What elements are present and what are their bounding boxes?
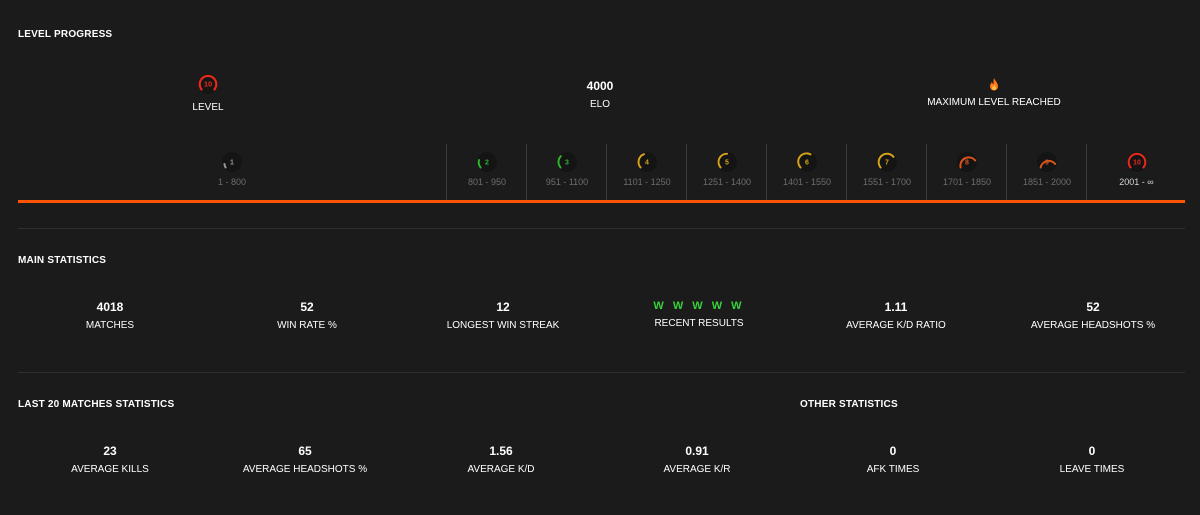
stat-recent-results: W W W W W RECENT RESULTS xyxy=(609,300,789,329)
level-range: 1251 - 1400 xyxy=(702,177,752,187)
stat-last20-kr: 0.91 AVERAGE K/R xyxy=(607,444,787,475)
flame-icon xyxy=(990,78,998,91)
level-range: 1 - 800 xyxy=(217,177,247,187)
stat-label: WIN RATE % xyxy=(277,320,337,331)
elo-value: 4000 xyxy=(586,79,614,93)
recent-results-value: W W W W W xyxy=(653,300,745,312)
stat-last20-headshots: 65 AVERAGE HEADSHOTS % xyxy=(215,444,395,475)
stat-value: 23 xyxy=(103,444,117,458)
level-range: 1401 - 1550 xyxy=(782,177,832,187)
stat-value: 0 xyxy=(1088,444,1096,458)
level-9-badge-icon: 9 xyxy=(1037,152,1057,172)
level-range: 2001 - ∞ xyxy=(1119,177,1154,187)
stat-value: 52 xyxy=(300,300,314,314)
level-cell-4: 4 1101 - 1250 xyxy=(606,144,687,200)
level-progress-bar xyxy=(18,200,1185,203)
stat-value: 52 xyxy=(1086,300,1100,314)
stat-label: AVERAGE HEADSHOTS % xyxy=(1030,320,1156,331)
section-divider xyxy=(18,372,1185,373)
level-cell-2: 2 801 - 950 xyxy=(446,144,527,200)
stat-afk-times: 0 AFK TIMES xyxy=(803,444,983,475)
svg-text:8: 8 xyxy=(965,160,969,167)
level-range: 951 - 1100 xyxy=(545,177,589,187)
stat-value: 12 xyxy=(496,300,510,314)
level-cell-5: 5 1251 - 1400 xyxy=(686,144,767,200)
level-cell-8: 8 1701 - 1850 xyxy=(926,144,1007,200)
elo-label: ELO xyxy=(589,99,610,110)
level-10-badge-icon: 10 xyxy=(198,74,218,94)
section-divider xyxy=(18,228,1185,229)
stat-win-rate: 52 WIN RATE % xyxy=(217,300,397,331)
elo-display: 4000 ELO xyxy=(560,79,640,110)
level-10-badge-icon: 10 xyxy=(1126,152,1147,172)
stat-avg-kd-ratio: 1.11 AVERAGE K/D RATIO xyxy=(806,300,986,331)
stat-leave-times: 0 LEAVE TIMES xyxy=(1002,444,1182,475)
stat-label: AVERAGE K/D xyxy=(467,464,535,475)
svg-text:3: 3 xyxy=(565,160,569,167)
level-cell-1: 1 1 - 800 xyxy=(18,144,446,200)
stat-label: AVERAGE KILLS xyxy=(71,464,149,475)
current-level: 10 LEVEL xyxy=(170,73,246,113)
level-cell-6: 6 1401 - 1550 xyxy=(766,144,847,200)
svg-text:5: 5 xyxy=(725,160,729,167)
level-progress-title: LEVEL PROGRESS xyxy=(18,29,113,40)
stat-label: AVERAGE K/R xyxy=(663,464,731,475)
svg-text:4: 4 xyxy=(645,160,649,167)
level-range: 1701 - 1850 xyxy=(942,177,992,187)
stat-label: MATCHES xyxy=(85,320,135,331)
level-ladder: 1 1 - 800 2 801 - 950 3 951 - 1100 4 110… xyxy=(18,144,1185,202)
stat-label: LONGEST WIN STREAK xyxy=(446,320,560,331)
level-6-badge-icon: 6 xyxy=(797,152,817,172)
stat-value: 0 xyxy=(889,444,897,458)
svg-text:1: 1 xyxy=(230,160,234,167)
level-2-badge-icon: 2 xyxy=(477,152,497,172)
stat-longest-win-streak: 12 LONGEST WIN STREAK xyxy=(413,300,593,331)
level-3-badge-icon: 3 xyxy=(557,152,577,172)
stat-value: 0.91 xyxy=(685,444,709,458)
main-statistics-title: MAIN STATISTICS xyxy=(18,255,107,266)
svg-text:7: 7 xyxy=(885,160,889,167)
svg-text:10: 10 xyxy=(1133,160,1141,167)
other-statistics-title: OTHER STATISTICS xyxy=(800,399,898,410)
level-5-badge-icon: 5 xyxy=(717,152,737,172)
level-label: LEVEL xyxy=(192,102,224,113)
stat-value: 1.11 xyxy=(884,300,908,314)
level-cell-7: 7 1551 - 1700 xyxy=(846,144,927,200)
svg-text:10: 10 xyxy=(204,80,212,89)
stat-label: AVERAGE HEADSHOTS % xyxy=(242,464,368,475)
stat-value: 65 xyxy=(298,444,312,458)
last20-title: LAST 20 MATCHES STATISTICS xyxy=(18,399,175,410)
stat-matches: 4018 MATCHES xyxy=(20,300,200,331)
max-level-display: MAXIMUM LEVEL REACHED xyxy=(904,78,1084,108)
level-cell-10: 10 2001 - ∞ xyxy=(1086,144,1186,200)
level-4-badge-icon: 4 xyxy=(637,152,657,172)
stat-label: AVERAGE K/D RATIO xyxy=(846,320,946,331)
level-8-badge-icon: 8 xyxy=(957,152,977,172)
level-1-badge-icon: 1 xyxy=(222,152,242,172)
level-7-badge-icon: 7 xyxy=(877,152,897,172)
stat-label: AFK TIMES xyxy=(866,464,920,475)
stat-value: 4018 xyxy=(96,300,124,314)
level-range: 1851 - 2000 xyxy=(1022,177,1072,187)
level-range: 1551 - 1700 xyxy=(862,177,912,187)
level-range: 801 - 950 xyxy=(467,177,507,187)
stat-label: LEAVE TIMES xyxy=(1059,464,1125,475)
level-range: 1101 - 1250 xyxy=(623,177,671,187)
level-cell-9: 9 1851 - 2000 xyxy=(1006,144,1087,200)
stat-last20-kd: 1.56 AVERAGE K/D xyxy=(411,444,591,475)
svg-text:2: 2 xyxy=(485,160,489,167)
stat-label: RECENT RESULTS xyxy=(654,318,744,329)
stat-avg-kills: 23 AVERAGE KILLS xyxy=(20,444,200,475)
stat-value: 1.56 xyxy=(489,444,513,458)
level-cell-3: 3 951 - 1100 xyxy=(526,144,607,200)
svg-text:9: 9 xyxy=(1045,160,1049,167)
svg-text:6: 6 xyxy=(805,160,809,167)
max-level-label: MAXIMUM LEVEL REACHED xyxy=(927,97,1061,108)
stat-avg-headshots: 52 AVERAGE HEADSHOTS % xyxy=(1003,300,1183,331)
